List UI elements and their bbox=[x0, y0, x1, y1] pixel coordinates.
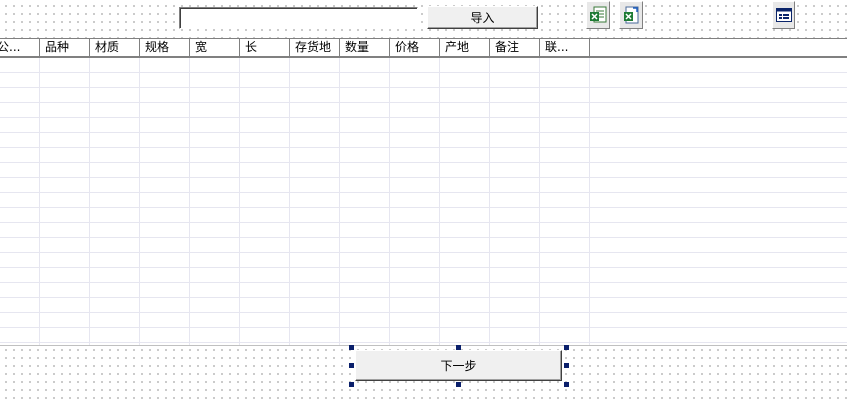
selection-handle[interactable] bbox=[349, 345, 354, 350]
column-header-width[interactable]: 宽 bbox=[190, 39, 240, 56]
excel-import-button[interactable] bbox=[619, 1, 643, 29]
selection-handle[interactable] bbox=[456, 345, 461, 350]
selection-handle[interactable] bbox=[349, 363, 354, 368]
grid-column-line bbox=[389, 58, 390, 345]
grid-column-line bbox=[439, 58, 440, 345]
selection-handle[interactable] bbox=[349, 382, 354, 387]
selection-handle[interactable] bbox=[564, 382, 569, 387]
column-header-quantity[interactable]: 数量 bbox=[340, 39, 390, 56]
excel-import-icon bbox=[624, 6, 639, 24]
grid-column-line bbox=[339, 58, 340, 345]
grid-settings-icon bbox=[775, 8, 792, 22]
column-header-origin[interactable]: 产地 bbox=[440, 39, 490, 56]
data-grid[interactable]: 公... 品种 材质 规格 宽 长 存货地 数量 价格 产地 备注 联... bbox=[0, 38, 847, 346]
column-header-spec[interactable]: 规格 bbox=[140, 39, 190, 56]
grid-column-line bbox=[39, 58, 40, 345]
grid-column-line bbox=[489, 58, 490, 345]
grid-column-line bbox=[589, 58, 590, 345]
excel-export-button[interactable] bbox=[586, 1, 610, 29]
grid-column-line bbox=[239, 58, 240, 345]
column-header-contact[interactable]: 联... bbox=[540, 39, 590, 56]
grid-header: 公... 品种 材质 规格 宽 长 存货地 数量 价格 产地 备注 联... bbox=[0, 39, 847, 58]
file-path-input[interactable] bbox=[179, 7, 418, 29]
grid-column-line bbox=[189, 58, 190, 345]
column-header-material[interactable]: 材质 bbox=[90, 39, 140, 56]
selection-handle[interactable] bbox=[564, 345, 569, 350]
grid-settings-button[interactable] bbox=[772, 1, 795, 29]
column-header-length[interactable]: 长 bbox=[240, 39, 290, 56]
grid-column-line bbox=[139, 58, 140, 345]
import-button[interactable]: 导入 bbox=[427, 6, 538, 29]
grid-column-line bbox=[89, 58, 90, 345]
selection-handle[interactable] bbox=[564, 363, 569, 368]
column-header-variety[interactable]: 品种 bbox=[40, 39, 90, 56]
grid-column-line bbox=[539, 58, 540, 345]
grid-column-line bbox=[289, 58, 290, 345]
excel-export-icon bbox=[590, 6, 607, 23]
column-header-storage[interactable]: 存货地 bbox=[290, 39, 340, 56]
column-header-remark[interactable]: 备注 bbox=[490, 39, 540, 56]
next-step-button[interactable]: 下一步 bbox=[355, 350, 562, 381]
column-header-company[interactable]: 公... bbox=[0, 39, 40, 56]
grid-body[interactable] bbox=[0, 58, 847, 345]
column-header-price[interactable]: 价格 bbox=[390, 39, 440, 56]
selection-handle[interactable] bbox=[456, 382, 461, 387]
